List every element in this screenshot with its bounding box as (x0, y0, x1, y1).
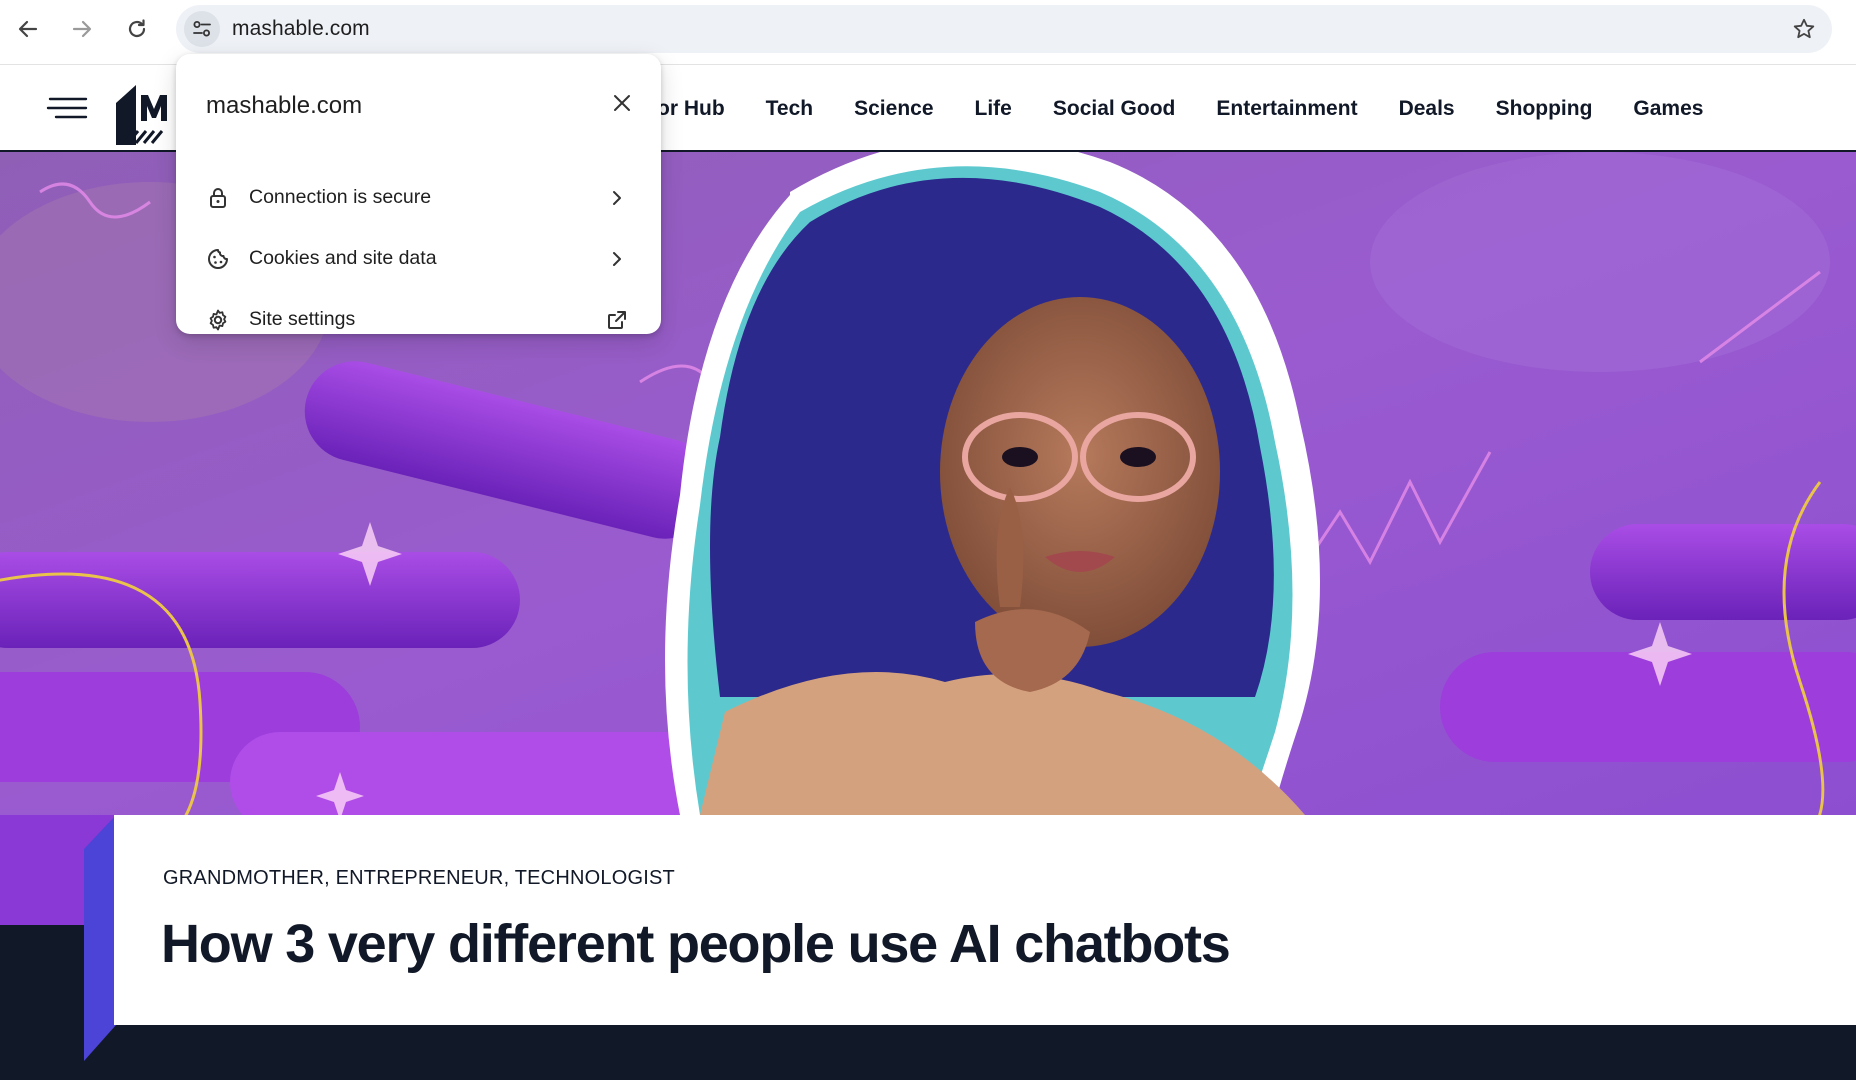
chevron-right-icon (603, 245, 631, 273)
site-settings-label: Site settings (249, 308, 356, 330)
reload-icon (128, 19, 146, 38)
nav-entertainment[interactable]: Entertainment (1216, 97, 1357, 121)
nav-shopping[interactable]: Shopping (1496, 97, 1593, 121)
nav-life[interactable]: Life (975, 97, 1012, 121)
site-settings-row[interactable]: Site settings (176, 292, 661, 348)
arrow-right-icon (72, 20, 92, 38)
arrow-left-icon (18, 20, 38, 38)
mashable-logo[interactable] (114, 83, 180, 145)
reload-button[interactable] (119, 11, 155, 47)
connection-secure-row[interactable]: Connection is secure (176, 170, 661, 226)
site-info-popup: mashable.com Connection is secure Cookie… (176, 54, 661, 334)
card-accent-stripe (84, 815, 116, 1061)
star-icon (1793, 18, 1815, 39)
article-kicker: GRANDMOTHER, ENTREPRENEUR, TECHNOLOGIST (163, 867, 675, 889)
popup-title: mashable.com (206, 92, 363, 119)
site-info-button[interactable] (184, 11, 220, 47)
browser-window: mashable.com tor Hub Tech Science Life S… (0, 0, 1856, 1080)
cookie-icon (204, 245, 232, 273)
chevron-right-icon (603, 184, 631, 212)
nav-social-good[interactable]: Social Good (1053, 97, 1176, 121)
gear-icon (204, 306, 232, 334)
back-button[interactable] (10, 11, 46, 47)
accent-stripe-shape (84, 815, 116, 1061)
popup-close-button[interactable] (605, 86, 639, 120)
person-figure (665, 152, 1320, 815)
tune-icon (193, 21, 211, 37)
close-icon (614, 95, 630, 111)
mashable-logo-mark (116, 85, 180, 145)
url-text[interactable]: mashable.com (232, 17, 370, 41)
lock-icon (204, 184, 232, 212)
main-nav: tor Hub Tech Science Life Social Good En… (650, 65, 1744, 152)
nav-creator-hub[interactable]: tor Hub (650, 97, 725, 121)
forward-button[interactable] (64, 11, 100, 47)
cookies-site-data-label: Cookies and site data (249, 247, 437, 269)
open-in-new-icon (603, 306, 631, 334)
article-card[interactable]: GRANDMOTHER, ENTREPRENEUR, TECHNOLOGIST … (114, 815, 1856, 1025)
menu-button[interactable] (46, 93, 88, 123)
hamburger-menu-icon (46, 97, 88, 119)
article-headline[interactable]: How 3 very different people use AI chatb… (161, 913, 1231, 975)
nav-deals[interactable]: Deals (1399, 97, 1455, 121)
address-bar[interactable]: mashable.com (176, 5, 1832, 53)
connection-secure-label: Connection is secure (249, 186, 432, 208)
nav-tech[interactable]: Tech (766, 97, 813, 121)
cookies-site-data-row[interactable]: Cookies and site data (176, 231, 661, 287)
bookmark-star-button[interactable] (1790, 15, 1818, 43)
nav-games[interactable]: Games (1633, 97, 1703, 121)
nav-science[interactable]: Science (854, 97, 933, 121)
